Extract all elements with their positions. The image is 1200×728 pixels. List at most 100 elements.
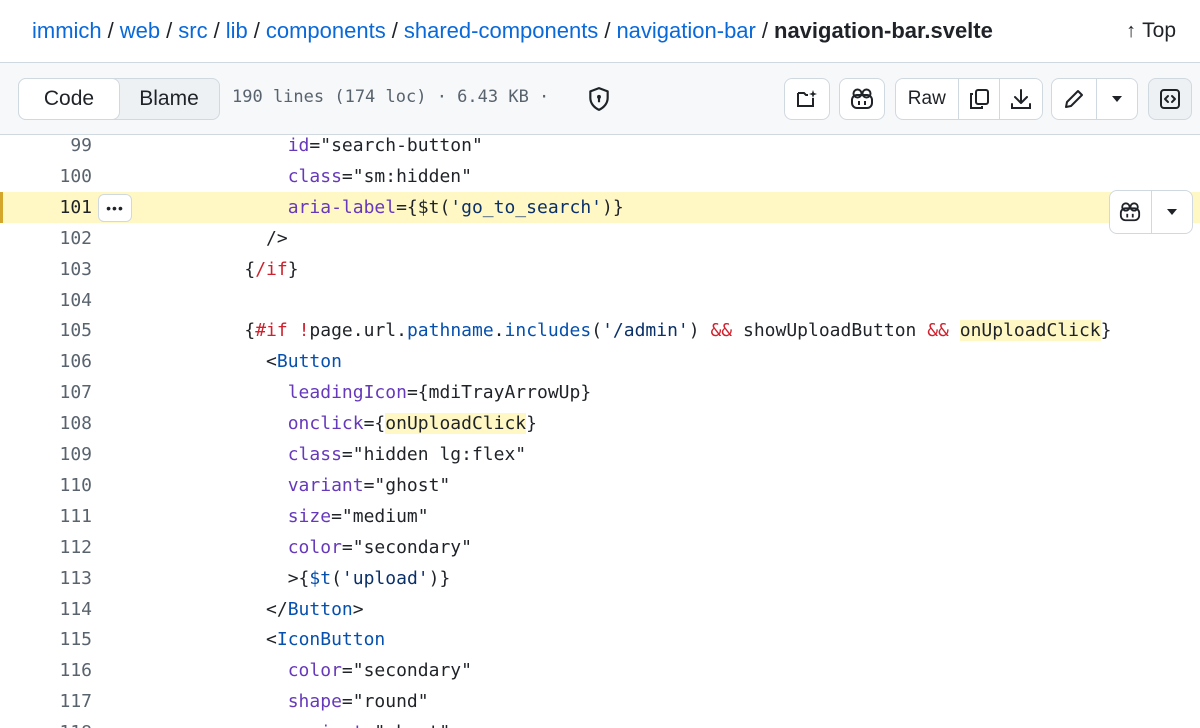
code-token: 'go_to_search': [450, 196, 602, 218]
breadcrumb-web[interactable]: web: [120, 18, 160, 43]
line-number[interactable]: 103: [0, 254, 92, 285]
code-token: &&: [927, 320, 949, 342]
line-number[interactable]: 102: [0, 223, 92, 254]
code-text: <IconButton: [136, 624, 385, 655]
code-token: {: [136, 320, 256, 342]
code-token: )}: [602, 196, 624, 218]
line-number[interactable]: 114: [0, 594, 92, 625]
shield-icon[interactable]: [586, 86, 612, 112]
download-button[interactable]: [1000, 79, 1042, 119]
edit-actions-group: [1051, 78, 1138, 120]
code-token: pathname: [406, 320, 494, 342]
code-line: 112 color="secondary": [0, 532, 1200, 563]
tab-blame[interactable]: Blame: [119, 79, 219, 119]
code-line: 105 {#if !page.url.pathname.includes('/a…: [0, 315, 1200, 346]
breadcrumb-components[interactable]: components: [266, 18, 386, 43]
code-line: 117 shape="round": [0, 686, 1200, 717]
breadcrumb-src[interactable]: src: [178, 18, 207, 43]
code-token: page.url.: [309, 320, 407, 342]
tab-code[interactable]: Code: [18, 78, 120, 120]
symbols-panel-button[interactable]: [1148, 78, 1192, 120]
top-link[interactable]: ↑ Top: [1126, 16, 1176, 46]
raw-button[interactable]: Raw: [896, 79, 959, 119]
breadcrumb-navigation-bar[interactable]: navigation-bar: [616, 18, 755, 43]
line-number[interactable]: 111: [0, 501, 92, 532]
code-token: onUploadClick: [385, 413, 527, 435]
raw-actions-group: Raw: [895, 78, 1043, 120]
code-text: color="secondary": [136, 655, 472, 686]
line-number[interactable]: 118: [0, 717, 92, 728]
ask-copilot-button[interactable]: [1110, 191, 1152, 233]
code-token: ={: [363, 413, 386, 435]
code-token: onclick: [136, 413, 364, 435]
line-number[interactable]: 101: [0, 192, 92, 223]
breadcrumb-separator: /: [391, 18, 398, 43]
code-line: 108 onclick={onUploadClick}: [0, 408, 1200, 439]
code-token: onUploadClick: [959, 320, 1101, 342]
pencil-icon: [1065, 90, 1083, 108]
copilot-button[interactable]: [839, 78, 885, 120]
code-token: $t: [309, 567, 332, 589]
top-link-label: Top: [1142, 19, 1176, 42]
copilot-icon: [1120, 202, 1141, 222]
code-token: IconButton: [276, 629, 386, 651]
line-number[interactable]: 112: [0, 532, 92, 563]
copy-raw-button[interactable]: [959, 79, 1001, 119]
breadcrumb-immich[interactable]: immich: [32, 18, 102, 43]
line-number[interactable]: 105: [0, 315, 92, 346]
line-number[interactable]: 117: [0, 686, 92, 717]
code-line: 99 id="search-button": [0, 135, 1200, 161]
download-icon: [1011, 89, 1032, 109]
code-token: showUploadButton: [732, 320, 928, 342]
copy-icon: [969, 89, 989, 109]
file-header: immich / web / src / lib / components / shared-com…: [0, 0, 1200, 63]
code-line: 107 leadingIcon={mdiTrayArrowUp}: [0, 377, 1200, 408]
code-token: ="round": [341, 691, 429, 713]
line-number[interactable]: 106: [0, 346, 92, 377]
code-text: </Button>: [136, 594, 364, 625]
breadcrumb-shared-components[interactable]: shared-components: [404, 18, 598, 43]
line-number[interactable]: 107: [0, 377, 92, 408]
code-line: 100 class="sm:hidden": [0, 161, 1200, 192]
code-token: <: [136, 629, 277, 651]
edit-file-button[interactable]: [1052, 79, 1097, 119]
line-number[interactable]: 116: [0, 655, 92, 686]
code-line: 115 <IconButton: [0, 624, 1200, 655]
code-token: (: [591, 320, 603, 342]
code-token: )}: [428, 567, 451, 589]
code-token: /if: [255, 258, 288, 280]
line-number[interactable]: 99: [0, 135, 92, 161]
view-mode-switch: Code Blame: [18, 78, 220, 120]
line-number[interactable]: 109: [0, 439, 92, 470]
line-number[interactable]: 110: [0, 470, 92, 501]
line-options-button[interactable]: •••: [98, 194, 132, 222]
breadcrumb-lib[interactable]: lib: [226, 18, 248, 43]
new-file-button[interactable]: [784, 78, 830, 120]
code-token: <: [136, 351, 277, 373]
code-token: ="ghost": [364, 722, 451, 728]
copilot-options-dropdown[interactable]: [1152, 191, 1193, 233]
code-line: 106 <Button: [0, 346, 1200, 377]
breadcrumb-separator: /: [166, 18, 173, 43]
line-number[interactable]: 104: [0, 285, 92, 316]
code-token: ="secondary": [341, 536, 472, 558]
code-text: {/if}: [136, 254, 298, 285]
caret-down-icon: [1112, 96, 1122, 102]
breadcrumb-separator: /: [761, 18, 768, 43]
code-text: shape="round": [136, 686, 429, 717]
edit-options-dropdown[interactable]: [1097, 79, 1137, 119]
raw-button-label: Raw: [907, 88, 946, 109]
line-number[interactable]: 100: [0, 161, 92, 192]
code-text: id="search-button": [136, 135, 483, 161]
line-number[interactable]: 115: [0, 624, 92, 655]
kebab-dots-icon: •••: [106, 200, 124, 216]
line-copilot-menu: [1109, 190, 1193, 234]
line-number[interactable]: 108: [0, 408, 92, 439]
arrow-up-icon: ↑: [1126, 20, 1137, 42]
code-token: .: [493, 320, 505, 342]
code-token: {: [136, 258, 256, 280]
line-number[interactable]: 113: [0, 563, 92, 594]
code-token: Button: [287, 598, 353, 620]
